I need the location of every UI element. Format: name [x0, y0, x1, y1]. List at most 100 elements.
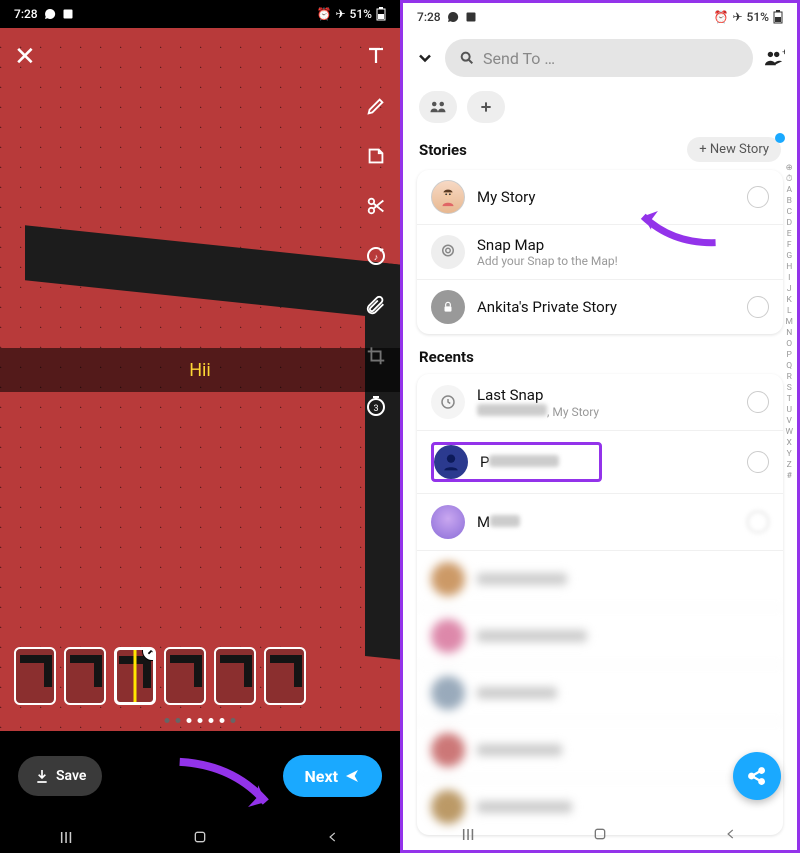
- alpha-index-letter[interactable]: R: [787, 372, 792, 382]
- battery-text: 51%: [350, 7, 372, 21]
- alpha-index-letter[interactable]: J: [787, 284, 792, 294]
- alpha-index-letter[interactable]: G: [786, 251, 792, 261]
- groups-chip[interactable]: [419, 91, 457, 123]
- remove-snap-button[interactable]: ✕: [142, 647, 156, 661]
- back-nav-icon[interactable]: [326, 830, 340, 844]
- snap-thumbnail[interactable]: [164, 647, 206, 705]
- pencil-tool-icon[interactable]: [362, 92, 390, 120]
- alpha-index-letter[interactable]: Y: [787, 449, 792, 459]
- blurred-contacts: [417, 551, 783, 835]
- snap-thumbnail[interactable]: [214, 647, 256, 705]
- page-indicator: [165, 718, 236, 723]
- share-icon: [746, 765, 768, 787]
- alpha-index-letter[interactable]: X: [787, 438, 792, 448]
- recent-contact-row[interactable]: M: [417, 494, 783, 551]
- snap-thumbnail[interactable]: [264, 647, 306, 705]
- alpha-index-letter[interactable]: C: [786, 207, 792, 217]
- recents-nav-icon[interactable]: III: [59, 828, 72, 847]
- save-button[interactable]: Save: [18, 756, 102, 796]
- sendto-header: Send To … +: [403, 31, 797, 85]
- lastsnap-title: Last Snap: [477, 386, 735, 404]
- alpha-index-letter[interactable]: H: [786, 262, 792, 272]
- alpha-index-letter[interactable]: S: [787, 383, 792, 393]
- new-story-label: + New Story: [699, 142, 769, 157]
- recent-contact-row[interactable]: [417, 551, 783, 608]
- select-ring[interactable]: [747, 186, 769, 208]
- new-story-button[interactable]: + New Story: [687, 137, 781, 162]
- caption-bar[interactable]: Hii: [0, 348, 400, 392]
- snap-thumbnail-selected[interactable]: ✕: [114, 647, 156, 705]
- alpha-index-letter[interactable]: ⊕: [786, 163, 793, 173]
- alpha-index-letter[interactable]: I: [788, 273, 790, 283]
- alpha-index-letter[interactable]: T: [787, 394, 792, 404]
- alpha-index-letter[interactable]: V: [787, 416, 792, 426]
- next-button[interactable]: Next: [283, 755, 382, 797]
- snapmap-row[interactable]: Snap Map Add your Snap to the Map!: [417, 225, 783, 280]
- alpha-index-letter[interactable]: A: [786, 185, 792, 195]
- select-ring[interactable]: [747, 296, 769, 318]
- select-ring[interactable]: [747, 451, 769, 473]
- alpha-index-letter[interactable]: #: [787, 471, 792, 481]
- search-input[interactable]: Send To …: [445, 39, 753, 77]
- lastsnap-row[interactable]: Last Snap , My Story: [417, 374, 783, 431]
- mystory-label: My Story: [477, 188, 735, 206]
- alpha-index-letter[interactable]: N: [786, 328, 792, 338]
- alpha-index-letter[interactable]: K: [787, 295, 792, 305]
- snap-thumbnail[interactable]: [14, 647, 56, 705]
- alpha-index-letter[interactable]: P: [787, 350, 792, 360]
- home-nav-icon[interactable]: [592, 826, 608, 842]
- alpha-index-letter[interactable]: L: [787, 306, 792, 316]
- back-nav-icon[interactable]: [724, 827, 738, 841]
- alpha-index-letter[interactable]: O: [786, 339, 792, 349]
- recent-contact-label: P: [480, 453, 559, 471]
- snapmap-subtitle: Add your Snap to the Map!: [477, 254, 769, 268]
- alpha-index-letter[interactable]: B: [787, 196, 792, 206]
- share-fab-button[interactable]: [733, 752, 781, 800]
- alpha-index-letter[interactable]: W: [785, 427, 793, 437]
- svg-text:♪: ♪: [374, 253, 379, 263]
- download-icon: [34, 768, 50, 784]
- scissors-tool-icon[interactable]: [362, 192, 390, 220]
- status-time: 7:28: [417, 10, 441, 24]
- sticker-tool-icon[interactable]: [362, 142, 390, 170]
- snap-editor-canvas[interactable]: ✕ ♪: [0, 28, 400, 731]
- recent-contact-row[interactable]: [417, 665, 783, 722]
- select-ring[interactable]: [747, 511, 769, 533]
- stories-section-header: Stories + New Story: [403, 133, 797, 170]
- alpha-index-letter[interactable]: D: [786, 218, 792, 228]
- gallery-icon: [62, 8, 74, 20]
- bitmoji-avatar-icon: [431, 505, 465, 539]
- stories-label: Stories: [419, 141, 467, 159]
- alpha-index-letter[interactable]: E: [787, 229, 792, 239]
- select-ring[interactable]: [747, 391, 769, 413]
- text-tool-icon[interactable]: [362, 42, 390, 70]
- add-friends-icon[interactable]: +: [763, 49, 785, 67]
- alpha-index-letter[interactable]: M: [786, 317, 793, 327]
- snap-thumbnail[interactable]: [64, 647, 106, 705]
- recents-list: Last Snap , My Story P M: [417, 374, 783, 835]
- alpha-index-letter[interactable]: Q: [786, 361, 792, 371]
- recent-contact-row[interactable]: P: [417, 431, 783, 494]
- alarm-icon: ⏰: [317, 7, 332, 21]
- alpha-index-letter[interactable]: F: [787, 240, 792, 250]
- recents-label: Recents: [403, 348, 797, 374]
- mystory-row[interactable]: My Story: [417, 170, 783, 225]
- private-story-row[interactable]: Ankita's Private Story: [417, 280, 783, 334]
- recents-nav-icon[interactable]: III: [461, 825, 474, 844]
- bitmoji-avatar-icon: [431, 180, 465, 214]
- timer-tool-icon[interactable]: 3: [362, 392, 390, 420]
- add-chip[interactable]: [467, 91, 505, 123]
- caption-text: Hii: [189, 360, 211, 381]
- collapse-chevron-icon[interactable]: [415, 48, 435, 68]
- alpha-index-letter[interactable]: ⏱: [786, 174, 793, 184]
- recent-contact-row[interactable]: [417, 608, 783, 665]
- alpha-index[interactable]: ⊕⏱ABCDEFGHIJKLMNOPQRSTUVWXYZ#: [785, 163, 793, 481]
- music-tool-icon[interactable]: ♪: [362, 242, 390, 270]
- close-button[interactable]: ✕: [14, 42, 36, 72]
- alpha-index-letter[interactable]: Z: [787, 460, 792, 470]
- phone-editor-screen: 7:28 ⏰ ✈ 51% ✕: [0, 0, 400, 853]
- attachment-tool-icon[interactable]: [362, 292, 390, 320]
- alpha-index-letter[interactable]: U: [786, 405, 792, 415]
- recent-contact-row[interactable]: [417, 722, 783, 779]
- home-nav-icon[interactable]: [192, 829, 208, 845]
